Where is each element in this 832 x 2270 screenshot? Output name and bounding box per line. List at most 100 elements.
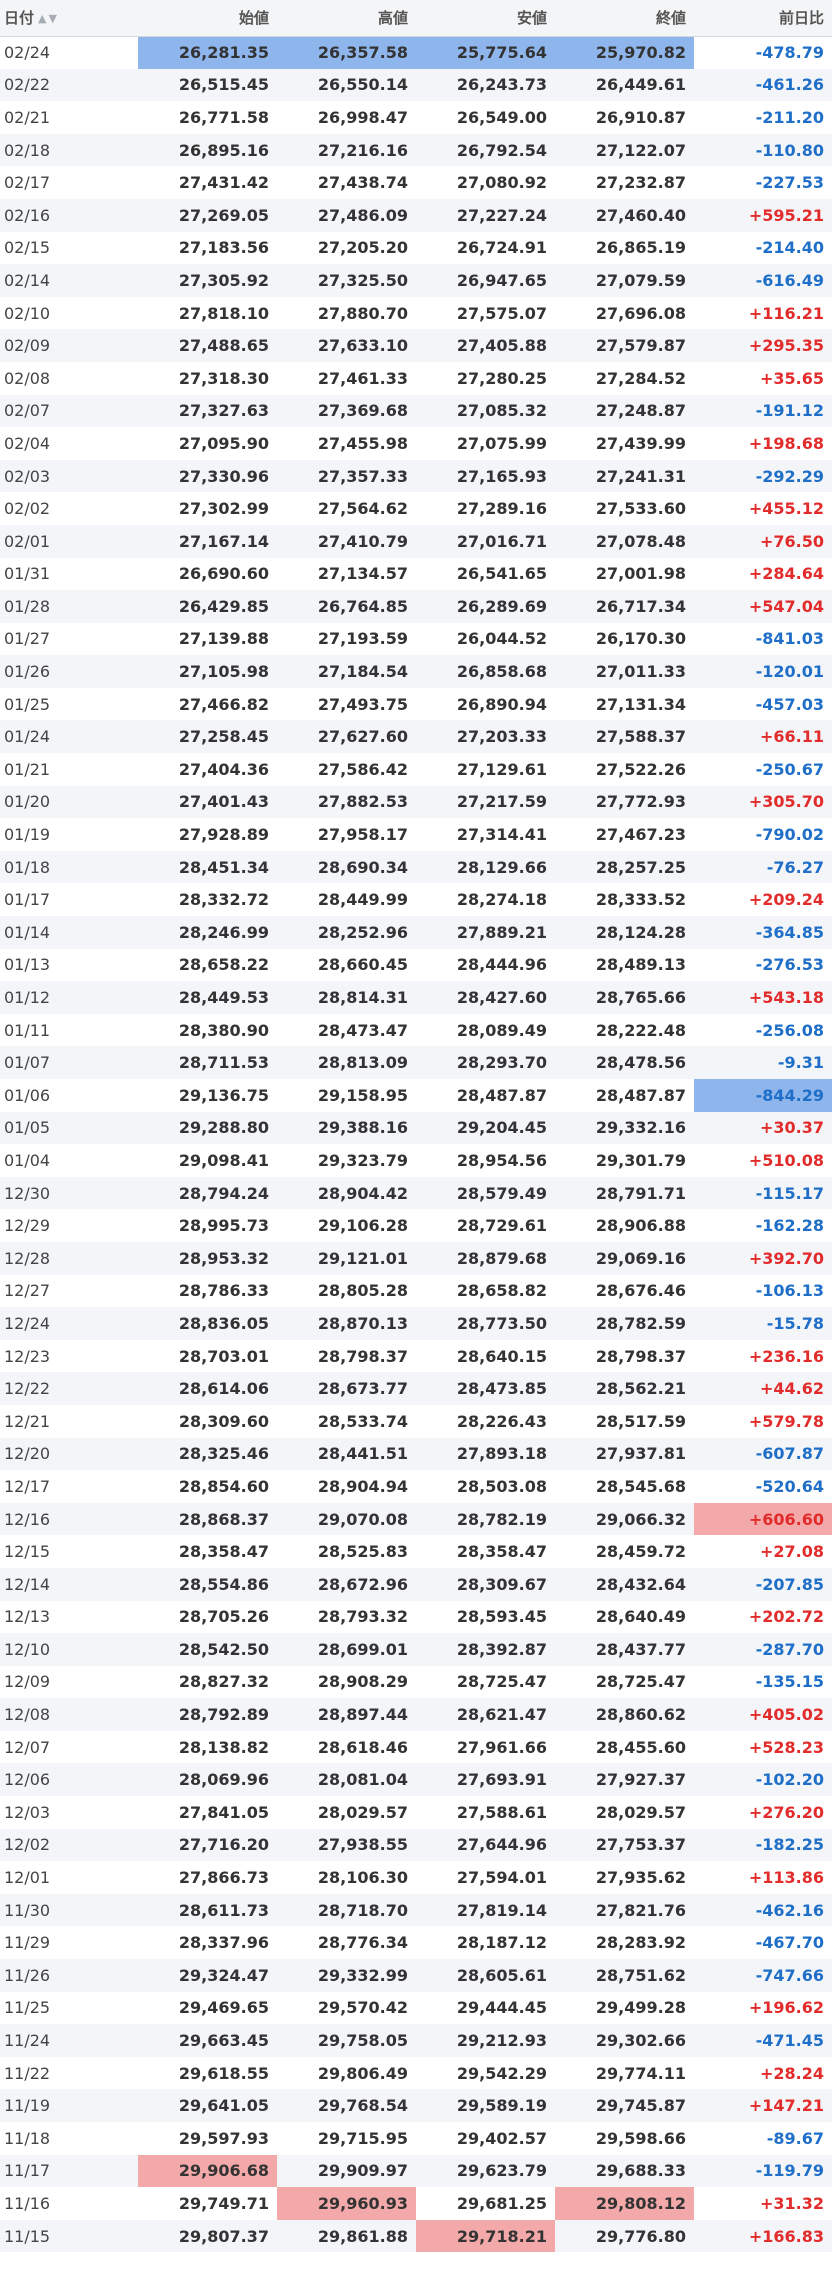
table-row: 12/28 28,953.32 29,121.01 28,879.68 29,069.1… [0,1241,832,1275]
cell-change: -227.53 [694,166,832,199]
table-row: 12/09 28,827.32 28,908.29 28,725.47 28,725.4… [0,1665,832,1699]
cell-high: 27,438.74 [277,166,416,199]
cell-open: 28,246.99 [138,916,277,949]
cell-low: 29,589.19 [416,2089,555,2122]
sort-arrows-icon[interactable]: ▲▼ [38,12,59,25]
cell-open: 27,404.36 [138,753,277,786]
table-row: 12/22 28,614.06 28,673.77 28,473.85 28,562.2… [0,1372,832,1405]
cell-change: -15.78 [694,1307,832,1340]
cell-date: 02/22 [0,68,138,102]
cell-change: +202.72 [694,1600,832,1634]
cell-high: 28,814.31 [277,981,416,1014]
header-change: 前日比 [694,0,832,37]
cell-low: 27,405.88 [416,329,555,362]
cell-change: +455.12 [694,492,832,525]
cell-date: 11/26 [0,1959,138,1992]
cell-date: 12/10 [0,1633,138,1666]
cell-close: 27,927.37 [555,1763,694,1797]
table-row: 01/19 27,928.89 27,958.17 27,314.41 27,467.2… [0,818,832,851]
table-row: 11/22 29,618.55 29,806.49 29,542.29 29,774.1… [0,2056,832,2090]
cell-open: 28,792.89 [138,1698,277,1731]
table-row: 01/25 27,466.82 27,493.75 26,890.94 27,131.3… [0,687,832,721]
cell-low: 28,226.43 [416,1404,555,1438]
table-row: 11/15 29,807.37 29,861.88 29,718.21 29,776.8… [0,2219,832,2253]
table-row: 01/14 28,246.99 28,252.96 27,889.21 28,124.2… [0,916,832,949]
cell-close: 28,676.46 [555,1274,694,1308]
cell-close: 28,333.52 [555,883,694,917]
header-date[interactable]: 日付 ▲▼ [0,0,138,37]
cell-open: 27,330.96 [138,459,277,493]
cell-change: -89.67 [694,2122,832,2155]
cell-date: 11/24 [0,2024,138,2057]
cell-close: 25,970.82 [555,36,694,69]
cell-high: 28,441.51 [277,1437,416,1471]
cell-date: 12/01 [0,1861,138,1894]
cell-date: 12/15 [0,1535,138,1568]
cell-high: 27,461.33 [277,361,416,395]
cell-low: 27,203.33 [416,720,555,754]
cell-low: 28,309.67 [416,1567,555,1601]
cell-change: -120.01 [694,655,832,688]
cell-low: 28,658.82 [416,1274,555,1308]
table-row: 02/02 27,302.99 27,564.62 27,289.16 27,533.6… [0,492,832,525]
cell-close: 29,302.66 [555,2024,694,2057]
cell-close: 27,460.40 [555,198,694,232]
cell-date: 02/21 [0,101,138,134]
cell-date: 01/14 [0,916,138,949]
cell-change: -106.13 [694,1274,832,1308]
cell-close: 28,765.66 [555,981,694,1014]
cell-open: 27,431.42 [138,166,277,199]
cell-date: 01/28 [0,590,138,623]
cell-date: 02/02 [0,492,138,525]
cell-open: 27,167.14 [138,524,277,558]
table-row: 01/11 28,380.90 28,473.47 28,089.49 28,222.4… [0,1013,832,1047]
cell-high: 29,758.05 [277,2024,416,2057]
cell-low: 27,819.14 [416,1893,555,1927]
cell-close: 29,069.16 [555,1241,694,1275]
table-row: 12/24 28,836.05 28,870.13 28,773.50 28,782.5… [0,1307,832,1340]
cell-change: -844.29 [694,1079,832,1112]
cell-date: 02/17 [0,166,138,199]
cell-open: 28,611.73 [138,1893,277,1927]
cell-low: 26,541.65 [416,557,555,591]
cell-open: 29,906.68 [138,2154,277,2188]
price-history-table: 日付 ▲▼ 始値 高値 安値 終値 前日比 02/24 26,281.35 26,35… [0,0,832,2253]
cell-close: 29,774.11 [555,2056,694,2090]
cell-high: 27,455.98 [277,427,416,460]
cell-high: 28,690.34 [277,850,416,884]
table-row: 11/16 29,749.71 29,960.93 29,681.25 29,808.1… [0,2187,832,2220]
table-row: 11/30 28,611.73 28,718.70 27,819.14 27,821.7… [0,1893,832,1927]
cell-high: 26,998.47 [277,101,416,134]
cell-low: 27,575.07 [416,296,555,330]
cell-high: 27,134.57 [277,557,416,591]
cell-high: 27,627.60 [277,720,416,754]
cell-date: 01/25 [0,687,138,721]
cell-high: 29,806.49 [277,2056,416,2090]
cell-low: 28,427.60 [416,981,555,1014]
cell-high: 28,525.83 [277,1535,416,1568]
cell-open: 26,771.58 [138,101,277,134]
cell-date: 01/05 [0,1111,138,1145]
cell-change: -207.85 [694,1567,832,1601]
cell-change: -102.20 [694,1763,832,1797]
cell-date: 12/02 [0,1828,138,1862]
cell-date: 01/07 [0,1046,138,1079]
cell-date: 12/20 [0,1437,138,1471]
table-row: 01/31 26,690.60 27,134.57 26,541.65 27,001.9… [0,557,832,591]
cell-close: 27,821.76 [555,1893,694,1927]
cell-change: -471.45 [694,2024,832,2057]
cell-low: 29,718.21 [416,2219,555,2253]
cell-open: 29,288.80 [138,1111,277,1145]
cell-close: 28,517.59 [555,1404,694,1438]
cell-open: 27,327.63 [138,394,277,428]
cell-date: 11/25 [0,1991,138,2025]
cell-high: 29,158.95 [277,1079,416,1112]
table-row: 02/07 27,327.63 27,369.68 27,085.32 27,248.8… [0,394,832,428]
header-high: 高値 [277,0,416,37]
cell-change: -457.03 [694,687,832,721]
cell-close: 28,906.88 [555,1209,694,1242]
cell-low: 26,289.69 [416,590,555,623]
cell-high: 28,904.94 [277,1470,416,1503]
cell-change: -478.79 [694,36,832,69]
cell-open: 27,095.90 [138,427,277,460]
